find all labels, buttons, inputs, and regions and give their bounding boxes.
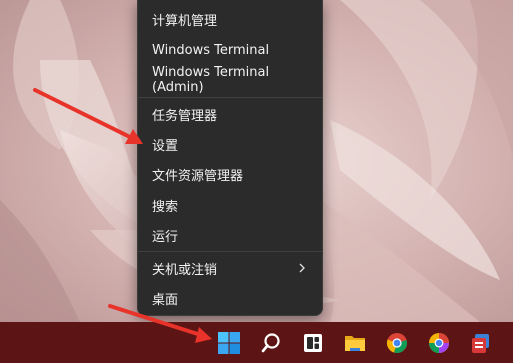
menu-item-windows-terminal[interactable]: Windows Terminal [138,35,322,65]
menu-separator [138,97,322,98]
menu-item-label: 计算机管理 [152,13,218,29]
app-icon [472,334,489,353]
winx-context-menu: 计算机管理 Windows Terminal Windows Terminal … [137,0,323,316]
menu-item-label: 设置 [152,138,179,154]
menu-item-computer-management[interactable]: 计算机管理 [138,4,322,34]
widgets-icon [304,334,322,352]
menu-item-label: 任务管理器 [152,108,218,124]
menu-item-file-explorer[interactable]: 文件资源管理器 [138,159,322,189]
taskbar-app-button[interactable] [464,326,498,360]
taskbar-file-explorer-button[interactable] [338,326,372,360]
menu-item-desktop[interactable]: 桌面 [138,283,322,313]
file-explorer-icon [345,336,365,351]
taskbar [0,322,513,363]
menu-item-label: 关机或注销 [152,262,218,278]
windows-start-icon [218,332,240,354]
taskbar-chrome-button[interactable] [380,326,414,360]
menu-item-label: 搜索 [152,199,179,215]
menu-item-settings[interactable]: 设置 [138,129,322,159]
menu-item-label: 桌面 [152,292,179,308]
search-icon [261,333,280,353]
chevron-right-icon [299,263,305,273]
windows-start-button[interactable] [212,326,246,360]
taskbar-widgets-button[interactable] [296,326,330,360]
menu-item-run[interactable]: 运行 [138,220,322,250]
menu-item-label: Windows Terminal (Admin) [152,65,270,95]
menu-item-label: 运行 [152,229,179,245]
menu-item-shutdown-signout[interactable]: 关机或注销 [138,253,322,283]
menu-item-task-manager[interactable]: 任务管理器 [138,99,322,129]
taskbar-search-button[interactable] [254,326,288,360]
menu-item-search[interactable]: 搜索 [138,190,322,220]
chrome-icon [386,333,407,353]
taskbar-chrome-color-button[interactable] [422,326,456,360]
menu-item-label: Windows Terminal [152,42,270,58]
menu-item-label: 文件资源管理器 [152,168,244,184]
menu-separator [138,251,322,252]
menu-item-windows-terminal-admin[interactable]: Windows Terminal (Admin) [138,65,322,95]
chrome-color-icon [429,333,449,353]
